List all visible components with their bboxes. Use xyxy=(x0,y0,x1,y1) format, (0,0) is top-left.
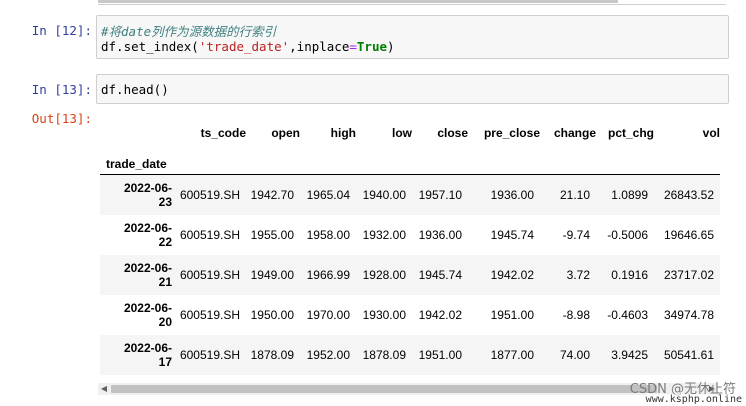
cell-low: 1932.00 xyxy=(362,227,406,242)
index-name-row: trade_date xyxy=(100,154,720,175)
col-header-close: close xyxy=(437,126,468,140)
row-index: 2022-06- 20 xyxy=(123,300,172,329)
cell-change: -8.98 xyxy=(562,307,590,322)
cell-high: 1970.00 xyxy=(306,307,350,322)
code-set-index-line: df.set_index('trade_date',inplace=True) xyxy=(101,39,395,54)
col-header-pre-close: pre_close xyxy=(483,126,540,140)
table-row: 2022-06- 20 600519.SH 1950.00 1970.00 193… xyxy=(100,295,720,335)
cell-low: 1930.00 xyxy=(362,307,406,322)
cell-vol: 23717.02 xyxy=(663,267,714,282)
cell-close: 1942.02 xyxy=(418,307,462,322)
col-header-pct-chg: pct_chg xyxy=(607,126,654,140)
cell-pct-chg: 0.1916 xyxy=(611,267,648,282)
cell-vol: 50541.61 xyxy=(663,347,714,362)
scroll-left-arrow-icon[interactable]: ◀ xyxy=(98,383,110,395)
site-watermark: www.ksphp.online xyxy=(645,394,742,405)
cell-pct-chg: 3.9425 xyxy=(611,347,648,362)
cell-high: 1958.00 xyxy=(306,227,350,242)
cell-close: 1951.00 xyxy=(418,347,462,362)
cell-vol: 19646.65 xyxy=(663,227,714,242)
cell-change: 74.00 xyxy=(559,347,590,362)
cell-open: 1950.00 xyxy=(250,307,294,322)
cell-pre-close: 1951.00 xyxy=(490,307,534,322)
col-header-low: low xyxy=(392,126,412,140)
column-header-row: ts_code open high low close pre_close ch… xyxy=(100,112,720,154)
dataframe-output: ts_code open high low close pre_close ch… xyxy=(100,112,720,378)
index-name: trade_date xyxy=(100,154,178,175)
cell-vol: 34974.78 xyxy=(663,307,714,322)
cell-low: 1878.09 xyxy=(362,347,406,362)
cell-pct-chg: -0.5006 xyxy=(607,227,648,242)
table-row: 2022-06- 21 600519.SH 1949.00 1966.99 192… xyxy=(100,254,720,295)
cell-pre-close: 1877.00 xyxy=(490,347,534,362)
cell-pre-close: 1936.00 xyxy=(490,187,534,202)
cell-ts-code: 600519.SH xyxy=(179,267,240,282)
cell-change: -9.74 xyxy=(562,227,590,242)
col-header-open: open xyxy=(271,126,300,140)
row-index: 2022-06- 21 xyxy=(123,260,172,289)
input-prompt-12: In [12]: xyxy=(31,23,92,38)
code-cell-13[interactable]: df.head() xyxy=(96,74,729,104)
cell-pre-close: 1942.02 xyxy=(490,267,534,282)
horizontal-scrollbar[interactable]: ◀ ▶ xyxy=(98,383,718,395)
table-row: 2022-06- 22 600519.SH 1955.00 1958.00 193… xyxy=(100,215,720,255)
cell-low: 1928.00 xyxy=(362,267,406,282)
col-header-vol: vol xyxy=(702,126,720,140)
cell-open: 1942.70 xyxy=(250,187,294,202)
code-cell-12[interactable]: #将date列作为源数据的行索引 df.set_index('trade_dat… xyxy=(96,15,729,59)
cell-close: 1957.10 xyxy=(418,187,462,202)
cell-ts-code: 600519.SH xyxy=(179,227,240,242)
cell-ts-code: 600519.SH xyxy=(179,307,240,322)
cell-high: 1965.04 xyxy=(306,187,350,202)
dataframe-table: ts_code open high low close pre_close ch… xyxy=(100,112,720,375)
cell-close: 1936.00 xyxy=(418,227,462,242)
row-index: 2022-06- 23 xyxy=(123,180,172,209)
cell-open: 1949.00 xyxy=(250,267,294,282)
cell-close: 1945.74 xyxy=(418,267,462,282)
cell-open: 1955.00 xyxy=(250,227,294,242)
col-header-high: high xyxy=(330,126,356,140)
col-header-change: change xyxy=(553,126,596,140)
cell-pct-chg: 1.0899 xyxy=(611,187,648,202)
cell-high: 1952.00 xyxy=(306,347,350,362)
row-index: 2022-06- 22 xyxy=(123,220,172,249)
cell-vol: 26843.52 xyxy=(663,187,714,202)
code-head-line: df.head() xyxy=(101,82,169,97)
code-comment-line: #将date列作为源数据的行索引 xyxy=(101,24,277,39)
cell-ts-code: 600519.SH xyxy=(179,187,240,202)
scrollbar-thumb[interactable] xyxy=(111,385,657,393)
input-prompt-13: In [13]: xyxy=(31,82,92,97)
cell-pct-chg: -0.4603 xyxy=(607,307,648,322)
cell-pre-close: 1945.74 xyxy=(490,227,534,242)
cell-high: 1966.99 xyxy=(306,267,350,282)
table-row: 2022-06- 17 600519.SH 1878.09 1952.00 187… xyxy=(100,334,720,375)
cell-change: 3.72 xyxy=(566,267,590,282)
row-index: 2022-06- 17 xyxy=(123,340,172,369)
col-header-ts-code: ts_code xyxy=(200,126,246,140)
cell-open: 1878.09 xyxy=(250,347,294,362)
previous-cell-edge xyxy=(98,0,726,5)
cell-ts-code: 600519.SH xyxy=(179,347,240,362)
cell-low: 1940.00 xyxy=(362,187,406,202)
cell-change: 21.10 xyxy=(559,187,590,202)
table-row: 2022-06- 23 600519.SH 1942.70 1965.04 194… xyxy=(100,174,720,215)
output-prompt-13: Out[13]: xyxy=(31,111,92,126)
